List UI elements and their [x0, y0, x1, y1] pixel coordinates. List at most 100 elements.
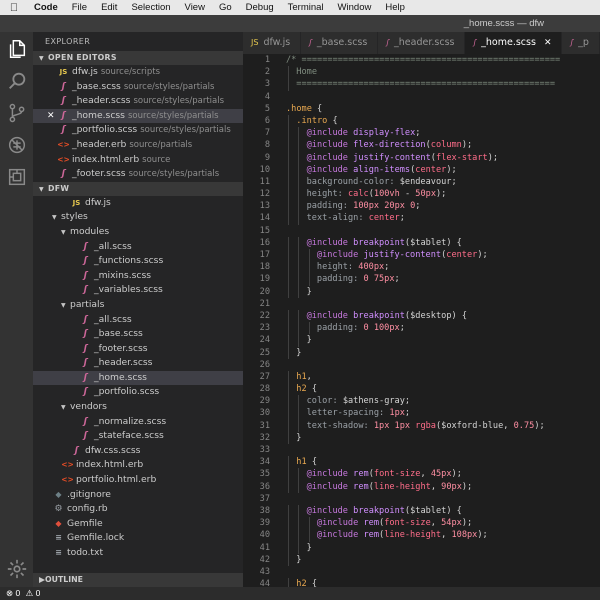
code-line[interactable]: 38 @include breakpoint($tablet) {	[243, 504, 600, 518]
code-line[interactable]: 24}	[243, 334, 600, 347]
menu-view[interactable]: View	[179, 2, 213, 13]
tree-file[interactable]: ≡ Gemfile.lock	[33, 531, 243, 546]
code-line[interactable]: 29 color: $athens-gray;	[243, 395, 600, 408]
menu-window[interactable]: Window	[332, 2, 380, 13]
tree-file[interactable]: ʃ dfw.css.scss	[33, 444, 243, 459]
code-line[interactable]: 19 padding: 0 75px;	[243, 273, 600, 286]
tree-folder[interactable]: ▼ partials	[33, 298, 243, 313]
code-line[interactable]: 16 @include breakpoint($tablet) {	[243, 236, 600, 249]
code-line[interactable]: 12 height: calc(100vh - 50px);	[243, 188, 600, 201]
code-line[interactable]: 10 @include align-items(center);	[243, 163, 600, 176]
tree-folder[interactable]: ▼ styles	[33, 210, 243, 225]
code-line[interactable]: 22 @include breakpoint($desktop) {	[243, 309, 600, 323]
code-line[interactable]: 18 height: 400px;	[243, 261, 600, 274]
tree-file[interactable]: ʃ _home.scss	[33, 370, 243, 386]
tree-file[interactable]: ʃ _footer.scss	[33, 342, 243, 357]
tree-file[interactable]: <> portfolio.html.erb	[33, 473, 243, 488]
code-line[interactable]: 42}	[243, 553, 600, 566]
open-editor-item[interactable]: ʃ _footer.scss source/styles/partials	[33, 167, 243, 182]
open-editor-item[interactable]: JS dfw.js source/scripts	[33, 65, 243, 80]
close-icon[interactable]: ✕	[47, 109, 55, 124]
menu-debug[interactable]: Debug	[240, 2, 282, 13]
apple-icon[interactable]: 	[0, 2, 28, 14]
code-line[interactable]: 30 letter-spacing: 1px;	[243, 407, 600, 420]
code-line[interactable]: 26	[243, 359, 600, 371]
tree-file[interactable]: ʃ _variables.scss	[33, 283, 243, 298]
tree-file[interactable]: ʃ _all.scss	[33, 240, 243, 255]
menu-file[interactable]: File	[66, 2, 95, 13]
error-count[interactable]: 0	[16, 588, 21, 598]
tree-folder[interactable]: ▼ vendors	[33, 400, 243, 415]
tree-file[interactable]: ʃ _functions.scss	[33, 254, 243, 269]
extensions-icon[interactable]	[6, 166, 28, 188]
editor-tab[interactable]: JS dfw.js	[243, 32, 302, 54]
code-line[interactable]: 41}	[243, 541, 600, 554]
tree-file[interactable]: ʃ _stateface.scss	[33, 429, 243, 444]
tree-file[interactable]: ◆ Gemfile	[33, 517, 243, 532]
tree-file[interactable]: ʃ _header.scss	[33, 356, 243, 371]
code-line[interactable]: 20}	[243, 285, 600, 298]
menu-help[interactable]: Help	[379, 2, 413, 13]
gear-icon[interactable]	[6, 558, 28, 580]
tree-file[interactable]: <> index.html.erb	[33, 458, 243, 473]
menu-selection[interactable]: Selection	[125, 2, 178, 13]
code-line[interactable]: 8 @include flex-direction(column);	[243, 139, 600, 152]
warning-count[interactable]: 0	[36, 588, 41, 598]
code-line[interactable]: 33	[243, 444, 600, 456]
tree-file[interactable]: JS dfw.js	[33, 196, 243, 211]
code-line[interactable]: 36 @include rem(line-height, 90px);	[243, 480, 600, 493]
open-editors-header[interactable]: ▼ OPEN EDITORS	[33, 51, 243, 65]
editor-tab[interactable]: ʃ _p	[562, 32, 600, 54]
code-line[interactable]: 7 @include display-flex;	[243, 127, 600, 140]
editor-tab[interactable]: ʃ _home.scss ✕	[465, 32, 563, 54]
outline-header[interactable]: ▶OUTLINE	[33, 573, 243, 587]
open-editor-item[interactable]: <> _header.erb source/partials	[33, 138, 243, 153]
code-line[interactable]: 25}	[243, 346, 600, 359]
code-line[interactable]: 2 Home	[243, 66, 600, 79]
code-line[interactable]: 5 .home {	[243, 103, 600, 115]
editor-tab[interactable]: ʃ _base.scss	[301, 32, 379, 54]
code-editor[interactable]: 1 /* ====================================…	[243, 54, 600, 587]
code-line[interactable]: 3 =======================================…	[243, 78, 600, 91]
code-line[interactable]: 21	[243, 298, 600, 310]
tree-file[interactable]: ʃ _mixins.scss	[33, 269, 243, 284]
open-editor-item[interactable]: <> index.html.erb source	[33, 153, 243, 168]
menu-terminal[interactable]: Terminal	[282, 2, 332, 13]
code-line[interactable]: 40 @include rem(line-height, 108px);	[243, 529, 600, 542]
search-icon[interactable]	[6, 70, 28, 92]
code-line[interactable]: 31 text-shadow: 1px 1px rgba($oxford-blue…	[243, 419, 600, 432]
error-icon[interactable]: ⊗	[6, 588, 13, 598]
tree-file[interactable]: ⚙ config.rb	[33, 502, 243, 517]
tree-file[interactable]: ◆ .gitignore	[33, 488, 243, 503]
open-editor-item[interactable]: ʃ _base.scss source/styles/partials	[33, 80, 243, 95]
code-line[interactable]: 4	[243, 91, 600, 103]
code-line[interactable]: 13 padding: 100px 20px 0;	[243, 200, 600, 213]
code-line[interactable]: 17 @include justify-content(center);	[243, 249, 600, 262]
menu-code[interactable]: Code	[28, 2, 66, 13]
code-line[interactable]: 32}	[243, 431, 600, 444]
code-line[interactable]: 9 @include justify-content(flex-start);	[243, 151, 600, 164]
editor-tab[interactable]: ʃ _header.scss	[378, 32, 466, 54]
code-line[interactable]: 44 h2 {	[243, 578, 600, 587]
tree-file[interactable]: ʃ _all.scss	[33, 313, 243, 328]
code-line[interactable]: 14 text-align: center;	[243, 212, 600, 225]
warning-icon[interactable]: ⚠	[26, 588, 34, 598]
code-line[interactable]: 35 @include rem(font-size, 45px);	[243, 468, 600, 481]
code-line[interactable]: 39 @include rem(font-size, 54px);	[243, 517, 600, 530]
open-editor-item[interactable]: ✕ ʃ _home.scss source/styles/partials	[33, 108, 243, 124]
tree-file[interactable]: ʃ _portfolio.scss	[33, 385, 243, 400]
close-tab-icon[interactable]: ✕	[544, 32, 552, 54]
menu-edit[interactable]: Edit	[95, 2, 125, 13]
open-editor-item[interactable]: ʃ _portfolio.scss source/styles/partials	[33, 123, 243, 138]
code-line[interactable]: 34 h1 {	[243, 456, 600, 469]
tree-file[interactable]: ʃ _normalize.scss	[33, 415, 243, 430]
code-line[interactable]: 27 h1,	[243, 370, 600, 384]
debug-icon[interactable]	[6, 134, 28, 156]
project-header[interactable]: ▼ DFW	[33, 181, 243, 196]
code-line[interactable]: 15	[243, 225, 600, 237]
code-line[interactable]: 6 .intro {	[243, 114, 600, 128]
code-line[interactable]: 1 /* ====================================…	[243, 54, 600, 66]
open-editor-item[interactable]: ʃ _header.scss source/styles/partials	[33, 94, 243, 109]
source-control-icon[interactable]	[6, 102, 28, 124]
tree-file[interactable]: ʃ _base.scss	[33, 327, 243, 342]
